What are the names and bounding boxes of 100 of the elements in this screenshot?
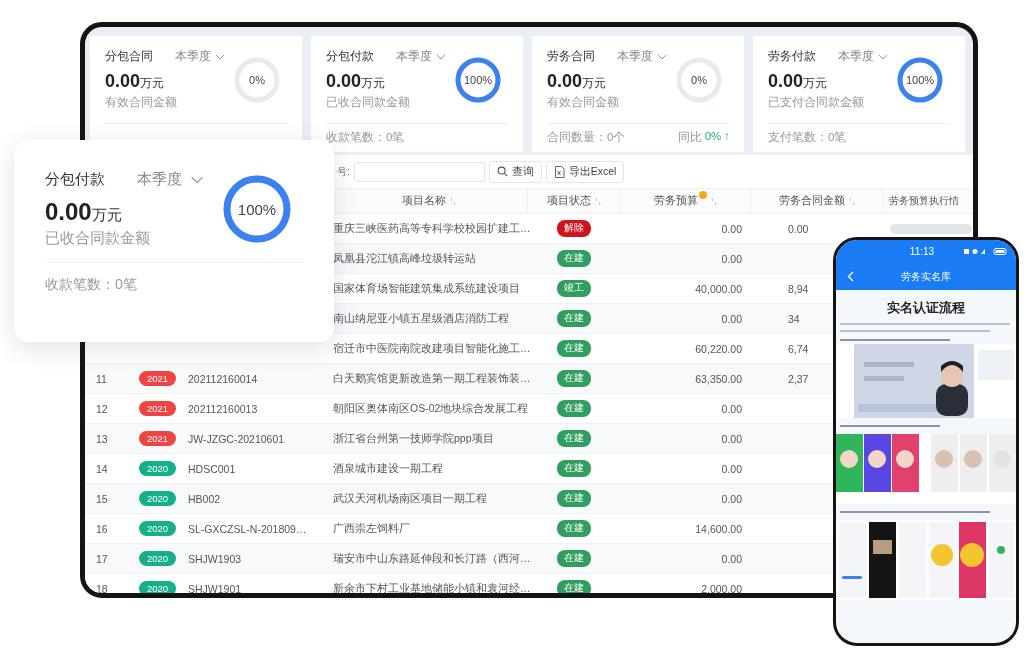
status-tag: 在建 — [556, 430, 591, 447]
project-name: 浙江省台州第一技师学院ppp项目 — [333, 431, 494, 446]
sort-icon[interactable] — [450, 196, 456, 206]
percent-label: 100% — [904, 73, 936, 86]
chevron-down-icon[interactable] — [436, 53, 446, 60]
status-tag: 在建 — [556, 520, 591, 537]
status-tag: 在建 — [556, 460, 591, 477]
row-number: 12 — [96, 402, 108, 415]
contract-amount: 8,94 — [788, 282, 809, 295]
amount-value: 0.00 — [326, 71, 362, 92]
amount-unit: 万元 — [582, 76, 607, 92]
project-code: SL-GXCZSL-N-201809… — [188, 522, 307, 535]
year-tag: 2020 — [138, 551, 177, 566]
card-title: 劳务合同 — [547, 48, 595, 65]
status-tag: 在建 — [556, 490, 591, 507]
percent-label: 0% — [248, 73, 266, 86]
amount-value: 0.00 — [547, 71, 583, 92]
budget-amount: 0.00 — [721, 222, 742, 235]
count-label: 支付笔数：0笔 — [768, 130, 847, 145]
budget-amount: 40,000.00 — [695, 282, 742, 295]
percent-label: 100% — [462, 73, 494, 86]
screen-title: 劳务实名库 — [901, 269, 951, 284]
period-dropdown[interactable]: 本季度 — [617, 48, 667, 65]
budget-amount: 63,350.00 — [695, 372, 742, 385]
amount-value: 0.00 — [768, 71, 804, 92]
project-name: 白天鹅宾馆更新改造第一期工程装饰装… — [333, 371, 531, 386]
status-tag: 解除 — [556, 220, 591, 237]
period-dropdown[interactable]: 本季度 — [175, 48, 225, 65]
status-tag: 在建 — [556, 400, 591, 417]
budget-amount: 0.00 — [721, 402, 742, 415]
contract-amount: 2,37 — [788, 372, 809, 385]
amount-unit: 万元 — [361, 76, 386, 92]
period-dropdown[interactable]: 本季度 — [838, 48, 888, 65]
search-icon — [496, 166, 508, 177]
project-name: 朝阳区奥体南区OS-02地块综合发展工程 — [333, 401, 529, 416]
column-header[interactable]: 劳务预算 — [620, 189, 750, 213]
project-name: 新余市下村工业基地储能小镇和袁河经… — [333, 581, 531, 593]
amount-label: 已支付合同款金额 — [768, 94, 865, 111]
compare-label: 同比 — [677, 130, 702, 145]
contract-amount: 0.00 — [788, 222, 809, 235]
sort-icon[interactable] — [711, 196, 717, 206]
budget-amount: 0.00 — [721, 492, 742, 505]
progress-ring — [222, 174, 292, 244]
year-tag: 2021 — [138, 431, 177, 446]
status-icons — [964, 248, 1008, 255]
amount-label: 有效合同金额 — [547, 94, 620, 111]
project-name: 酒泉城市建设一期工程 — [333, 461, 443, 476]
search-field[interactable] — [353, 161, 485, 182]
project-code: SHJW1903 — [188, 552, 242, 565]
status-tag: 在建 — [556, 550, 591, 567]
amount-unit: 万元 — [91, 206, 122, 225]
project-name: 重庆三峡医药高等专科学校校园扩建工… — [333, 221, 531, 236]
search-button[interactable]: 查询 — [488, 160, 542, 183]
period-dropdown[interactable]: 本季度 — [396, 48, 446, 65]
status-tag: 在建 — [556, 580, 591, 593]
chevron-down-icon[interactable] — [215, 53, 225, 60]
percent-label: 100% — [236, 200, 278, 218]
sort-icon[interactable] — [848, 196, 855, 206]
count-label: 合同数量：0个 — [547, 130, 626, 145]
row-number: 16 — [96, 522, 108, 535]
trend-arrow: ↑ — [724, 130, 730, 144]
status-tag: 在建 — [556, 250, 591, 267]
project-name: 武汉天河机场南区项目一期工程 — [333, 491, 487, 506]
contract-amount: 34 — [788, 312, 800, 325]
amount-unit: 万元 — [803, 76, 828, 92]
contract-amount: 6,74 — [788, 342, 809, 355]
back-icon[interactable] — [847, 271, 854, 282]
amount-value: 0.00 — [45, 198, 92, 226]
budget-amount: 14,600.00 — [695, 522, 742, 535]
project-code: HB002 — [188, 492, 221, 505]
card-title: 分包付款 — [326, 48, 374, 65]
period-dropdown[interactable]: 本季度 — [137, 170, 204, 189]
status-tag: 在建 — [556, 370, 591, 387]
status-tag: 竣工 — [556, 280, 591, 297]
amount-label: 已收合同款金额 — [45, 229, 151, 248]
column-header[interactable]: 劳务预算执行情 — [882, 189, 972, 213]
budget-amount: 0.00 — [721, 552, 742, 565]
chevron-down-icon[interactable] — [657, 53, 667, 60]
project-code: 202112160014 — [188, 372, 258, 385]
project-code: SHJW1901 — [188, 582, 242, 593]
project-name: 南山纳尼亚小镇五星级酒店消防工程 — [333, 311, 509, 326]
project-name: 瑞安市中山东路延伸段和长汀路（西河… — [333, 551, 531, 566]
sort-icon[interactable] — [595, 196, 601, 206]
budget-amount: 0.00 — [721, 252, 742, 265]
chevron-down-icon[interactable] — [878, 53, 888, 60]
count-label: 收款笔数：0笔 — [326, 130, 405, 145]
count-label: 收款笔数：0笔 — [45, 276, 137, 294]
card-title: 劳务付款 — [768, 48, 816, 65]
budget-amount: 60,220.00 — [695, 342, 742, 355]
year-tag: 2020 — [138, 491, 177, 506]
chevron-down-icon[interactable] — [190, 175, 204, 184]
year-tag: 2020 — [138, 581, 177, 593]
year-tag: 2020 — [138, 461, 177, 476]
row-number: 14 — [96, 462, 108, 475]
export-button[interactable]: 导出Excel — [545, 160, 625, 183]
row-number: 15 — [96, 492, 108, 505]
project-name: 宿迁市中医院南院改建项目智能化施工… — [333, 341, 531, 356]
column-header[interactable]: 项目状态 — [527, 189, 620, 213]
project-code: HDSC001 — [188, 462, 236, 475]
column-header[interactable]: 劳务合同金额 — [750, 189, 882, 213]
